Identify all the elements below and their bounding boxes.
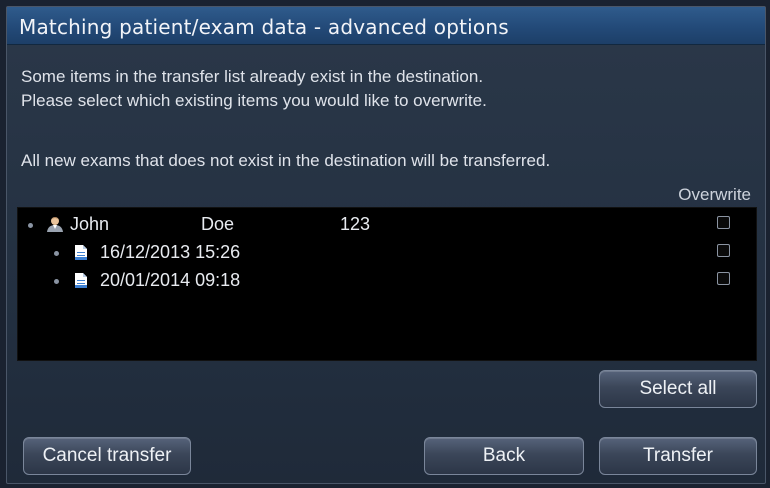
transfer-items-list: John Doe 123 16/12/2013 15:26 20/01/2014… <box>17 207 757 361</box>
back-button[interactable]: Back <box>424 437 584 475</box>
list-item-exam[interactable]: 20/01/2014 09:18 <box>18 268 756 296</box>
overwrite-checkbox-exam-1[interactable] <box>717 244 730 257</box>
patient-last-name: Doe <box>201 214 235 234</box>
transfer-button[interactable]: Transfer <box>599 437 757 475</box>
message-line-2: Please select which existing items you w… <box>21 91 487 110</box>
select-all-button[interactable]: Select all <box>599 370 757 408</box>
patient-icon <box>47 217 63 232</box>
message-line-3: All new exams that does not exist in the… <box>21 151 551 170</box>
exam-document-icon <box>75 245 87 260</box>
exam-document-icon <box>75 273 87 288</box>
matching-data-dialog: Matching patient/exam data - advanced op… <box>6 6 766 484</box>
bullet-icon <box>28 223 33 228</box>
bullet-icon <box>54 279 59 284</box>
exam-datetime: 16/12/2013 15:26 <box>100 242 241 262</box>
dialog-title: Matching patient/exam data - advanced op… <box>19 15 509 39</box>
overwrite-column-header: Overwrite <box>678 185 751 204</box>
overwrite-checkbox-patient[interactable] <box>717 216 730 229</box>
overwrite-checkbox-exam-2[interactable] <box>717 272 730 285</box>
exam-datetime: 20/01/2014 09:18 <box>100 270 241 290</box>
list-item-patient[interactable]: John Doe 123 <box>18 212 756 240</box>
list-item-exam[interactable]: 16/12/2013 15:26 <box>18 240 756 268</box>
patient-id: 123 <box>340 214 371 234</box>
patient-first-name: John <box>70 214 110 234</box>
dialog-title-bar: Matching patient/exam data - advanced op… <box>7 7 765 45</box>
cancel-transfer-button[interactable]: Cancel transfer <box>23 437 191 475</box>
message-line-1: Some items in the transfer list already … <box>21 67 484 86</box>
bullet-icon <box>54 251 59 256</box>
